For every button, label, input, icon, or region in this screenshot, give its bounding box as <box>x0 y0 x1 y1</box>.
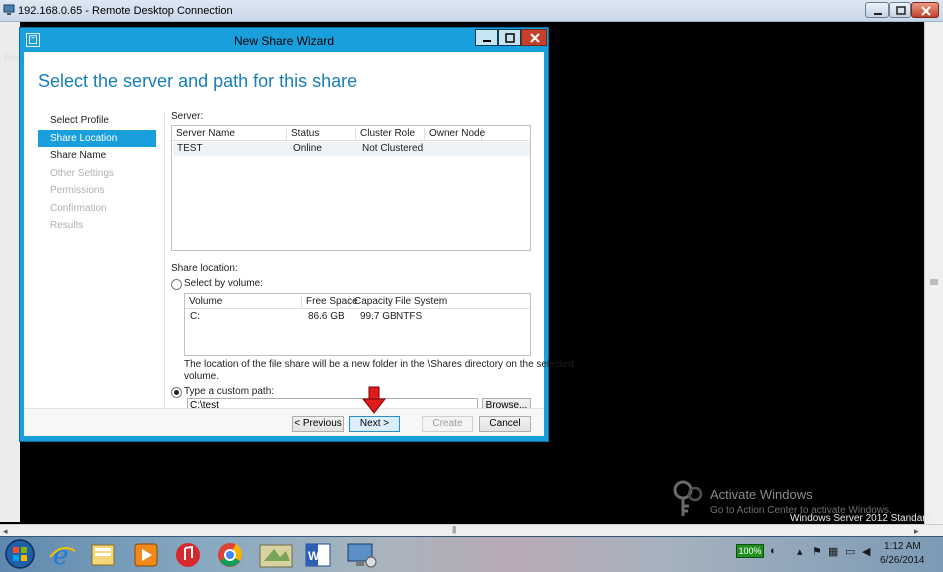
action-center-flag-icon[interactable]: ⚑ <box>812 545 822 558</box>
select-by-volume-label[interactable]: Select by volume: <box>184 278 263 289</box>
internet-explorer-icon[interactable]: e <box>44 539 80 571</box>
volume-cell: C: <box>190 311 200 322</box>
display-icon[interactable]: ▭ <box>845 545 855 558</box>
horizontal-scrollbar[interactable]: ◂ ||| ▸ <box>0 524 943 536</box>
next-button[interactable]: Next > <box>349 416 400 432</box>
column-header-volume[interactable]: Volume <box>185 296 302 309</box>
rdp-minimize-button[interactable] <box>865 2 889 18</box>
vertical-scrollbar[interactable] <box>924 22 943 524</box>
new-share-wizard-window: New Share Wizard Select the server and p… <box>19 27 574 442</box>
remote-desktop-left-edge <box>0 22 20 522</box>
folder-icon[interactable] <box>256 539 296 571</box>
server-name-cell: TEST <box>177 143 203 154</box>
table-row[interactable]: TEST Online Not Clustered <box>173 142 530 156</box>
rdp-titlebar: 192.168.0.65 - Remote Desktop Connection <box>0 0 943 22</box>
minimize-icon <box>874 13 882 15</box>
server-status-cell: Online <box>293 143 322 154</box>
server-table-header: Server Name Status Cluster Role Owner No… <box>172 126 530 141</box>
nav-step-confirmation: Confirmation <box>50 202 107 214</box>
table-row[interactable]: C: 86.6 GB 99.7 GB NTFS <box>186 310 530 324</box>
custom-path-label[interactable]: Type a custom path: <box>184 386 274 397</box>
column-header-server-name[interactable]: Server Name <box>172 128 287 141</box>
previous-button[interactable]: < Previous <box>292 416 344 432</box>
start-orb[interactable] <box>4 538 36 570</box>
volume-table: Volume Free Space Capacity File System C… <box>184 293 531 356</box>
rdp-restore-button[interactable] <box>889 2 911 18</box>
show-hidden-icons-icon[interactable]: ▴ <box>797 545 803 558</box>
network-icon[interactable]: ▦ <box>828 545 838 558</box>
server-label: Server: <box>171 111 204 122</box>
wizard-maximize-button[interactable] <box>498 29 521 46</box>
wizard-titlebar: New Share Wizard <box>20 28 548 52</box>
power-plug-icon[interactable]: ◐ <box>770 545 777 557</box>
maximize-icon <box>505 33 515 43</box>
nav-step-share-location[interactable]: Share Location <box>38 129 156 147</box>
remote-desktop-icon <box>3 4 15 15</box>
restore-icon <box>896 6 906 15</box>
battery-indicator[interactable]: 100% <box>736 544 764 558</box>
volume-table-header: Volume Free Space Capacity File System <box>185 294 530 309</box>
itunes-icon[interactable] <box>170 539 206 571</box>
cluster-role-cell: Not Clustered <box>362 143 424 154</box>
nav-step-results: Results <box>50 220 84 231</box>
windows-edition-text: Windows Server 2012 Standard <box>790 513 932 524</box>
custom-path-radio[interactable] <box>171 387 182 398</box>
nav-step-other-settings: Other Settings <box>50 167 114 179</box>
red-down-arrow-icon <box>361 386 387 414</box>
svg-text:e: e <box>53 541 68 571</box>
clock-date[interactable]: 6/26/2014 <box>880 555 925 566</box>
volume-icon[interactable]: ◀ <box>862 545 870 558</box>
close-icon <box>530 33 540 43</box>
file-explorer-icon[interactable] <box>86 539 122 571</box>
wizard-client-area: Select the server and path for this shar… <box>24 52 574 436</box>
minimize-icon <box>483 40 491 42</box>
svg-text:W: W <box>308 549 320 563</box>
word-icon[interactable]: W <box>300 539 336 571</box>
wizard-close-button[interactable] <box>521 29 547 46</box>
wizard-minimize-button[interactable] <box>475 29 498 46</box>
rdp-window-title: 192.168.0.65 - Remote Desktop Connection <box>18 5 233 17</box>
create-button: Create <box>422 416 473 432</box>
wizard-title: New Share Wizard <box>233 34 335 48</box>
column-header-file-system[interactable]: File System <box>391 296 447 309</box>
volume-note-line2: volume. <box>184 371 220 382</box>
column-header-cluster-role[interactable]: Cluster Role <box>356 128 425 141</box>
wizard-step-list: Select Profile Share Location Share Name… <box>38 112 156 235</box>
scrollbar-grip-icon: ||| <box>452 525 456 534</box>
media-player-icon[interactable] <box>128 539 164 571</box>
remote-desktop-icon[interactable] <box>342 539 382 571</box>
select-by-volume-radio[interactable] <box>171 279 182 290</box>
server-table: Server Name Status Cluster Role Owner No… <box>171 125 531 251</box>
page-title: Select the server and path for this shar… <box>38 71 358 91</box>
cancel-button[interactable]: Cancel <box>479 416 531 432</box>
share-location-label: Share location: <box>171 263 238 274</box>
nav-step-share-name[interactable]: Share Name <box>38 147 156 165</box>
key-icon <box>673 480 703 516</box>
column-header-free-space[interactable]: Free Space <box>302 296 358 309</box>
content-divider <box>164 112 165 412</box>
close-icon <box>921 6 931 16</box>
column-header-capacity[interactable]: Capacity <box>350 296 393 309</box>
clock-time[interactable]: 1:12 AM <box>884 541 921 552</box>
chrome-icon[interactable] <box>212 539 248 571</box>
volume-note-line1: The location of the file share will be a… <box>184 359 574 370</box>
capacity-cell: 99.7 GB <box>360 311 397 322</box>
column-header-owner-node[interactable]: Owner Node <box>425 128 485 141</box>
activate-windows-title: Activate Windows <box>710 487 813 502</box>
scrollbar-grip-icon <box>930 279 938 285</box>
free-space-cell: 86.6 GB <box>308 311 345 322</box>
file-system-cell: NTFS <box>396 311 423 322</box>
nav-step-permissions: Permissions <box>50 185 105 196</box>
rdp-close-button[interactable] <box>911 2 939 18</box>
column-header-status[interactable]: Status <box>287 128 356 141</box>
nav-step-select-profile[interactable]: Select Profile <box>38 112 156 130</box>
